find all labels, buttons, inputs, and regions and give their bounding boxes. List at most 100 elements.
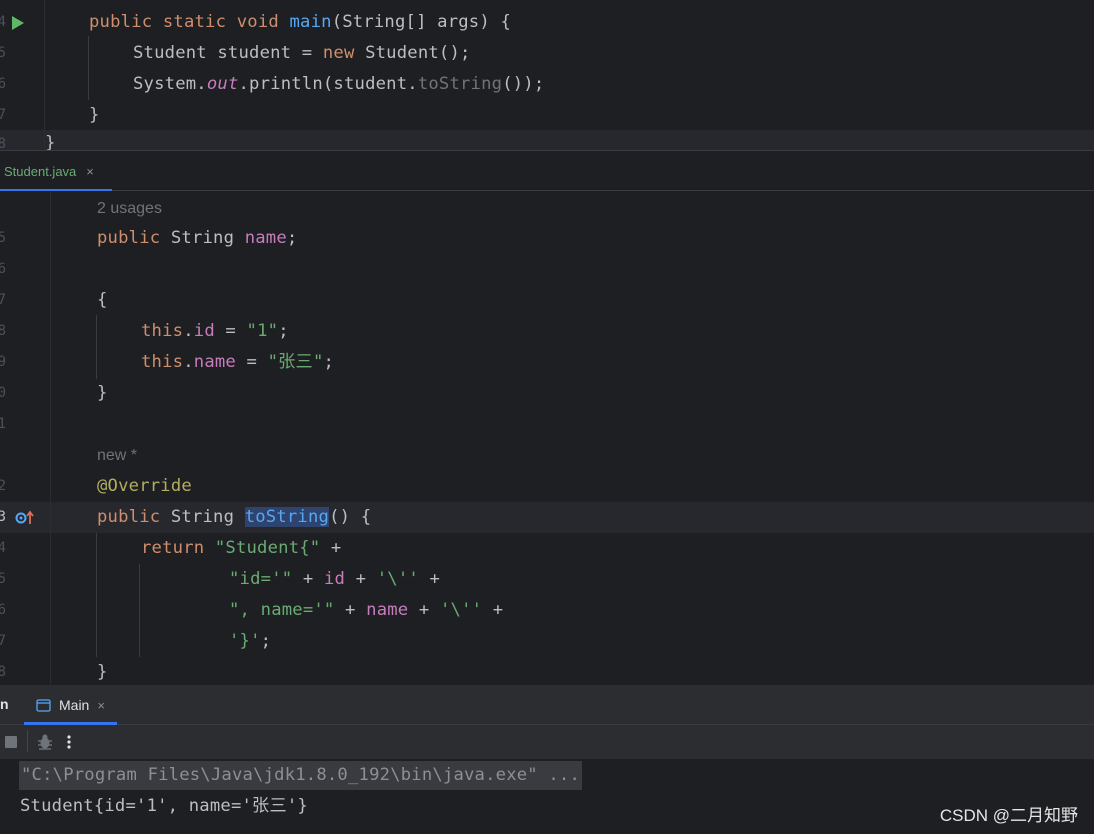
run-toolbar [0,725,1094,759]
console-output-line[interactable]: Student{id='1', name='张三'} [20,791,308,821]
dot: . [183,321,194,341]
line-number: 5 [0,230,6,246]
indent-guide [139,564,140,657]
tab-label: Main [59,697,90,713]
editor-tab-bar: Student.java × [0,150,1094,192]
line-number: 9 [0,354,6,370]
line-number: 7 [0,107,6,123]
kw-this: this [141,352,184,372]
string-literal: "张三" [267,352,324,372]
plus: + [482,600,504,620]
string-literal: "Student{" [214,538,321,558]
code-line-class-close[interactable]: } [45,128,56,150]
code-line-id-concat[interactable]: "id='" + id + '\'' + [229,564,440,595]
system-ref: System. [133,74,207,94]
code-line-close-brace[interactable]: } [89,100,100,131]
gutter-separator [50,191,51,685]
code-line-this-id[interactable]: this.id = "1"; [141,316,289,347]
plus: + [408,600,440,620]
char-literal: '\'' [440,600,483,620]
line-number: 6 [0,602,6,618]
code-line-end[interactable]: '}'; [229,626,271,657]
override-gutter-icon[interactable] [15,510,35,526]
close-icon[interactable]: × [86,164,94,179]
assign: = [214,321,247,341]
kw-this: this [141,321,184,341]
code-line-student-decl[interactable]: Student student = new Student(); [133,38,471,69]
kw-public: public [89,12,153,32]
kw-public: public [97,507,161,527]
line-number: 2 [0,478,6,494]
type-string: String [160,507,245,527]
plus: + [345,569,377,589]
debug-bug-icon[interactable] [36,733,54,751]
kw-new: new [322,43,355,63]
string-literal: "id='" [229,569,293,589]
code-line-close-brace[interactable]: } [97,378,108,409]
indent-guide [88,36,89,100]
code-line-name-concat[interactable]: ", name='" + name + '\'' + [229,595,503,626]
code-line-this-name[interactable]: this.name = "张三"; [141,347,334,378]
run-tool-window: n Main × "C:\Program Files\Java\jdk1.8.0… [0,685,1094,834]
tostring-ref: toString [417,74,503,94]
code-line-field-decl[interactable]: public String name; [97,223,297,254]
line-number: 4 [0,14,6,30]
field-id: id [193,321,215,341]
field-name: name [244,228,287,248]
params: (String[] args) { [331,12,511,32]
line-number: 1 [0,416,6,432]
plus: + [292,569,324,589]
plus: + [320,538,342,558]
field-name: name [366,600,409,620]
line-number: 7 [0,633,6,649]
line-number: 7 [0,292,6,308]
line-number: 8 [0,136,6,150]
code-line-println[interactable]: System.out.println(student.toString()); [133,69,544,100]
code-line-annotation[interactable]: @Override [97,471,192,502]
char-literal: '\'' [376,569,419,589]
string-literal: "1" [246,321,279,341]
code-line-open-brace[interactable]: { [97,285,108,316]
assign: = [235,352,268,372]
out-field: out [206,74,239,94]
code-line-return[interactable]: return "Student{" + [141,533,341,564]
string-literal: ", name='" [229,600,335,620]
decl-text: Student student = [133,43,323,63]
more-vertical-icon[interactable] [65,733,73,751]
usages-hint[interactable]: 2 usages [97,193,162,224]
line-number: 0 [0,385,6,401]
console-output[interactable]: "C:\Program Files\Java\jdk1.8.0_192\bin\… [0,759,1094,834]
line-number: 6 [0,76,6,92]
run-gutter-icon[interactable] [11,15,25,31]
line-number: 6 [0,261,6,277]
code-line-main-decl[interactable]: public static void main(String[] args) { [89,7,511,38]
line-number: 5 [0,571,6,587]
console-command-line[interactable]: "C:\Program Files\Java\jdk1.8.0_192\bin\… [19,761,583,790]
tab-main[interactable]: Main × [24,685,117,725]
toolbar-separator [27,730,28,752]
line-number: 8 [0,664,6,680]
tab-label: Student.java [4,163,77,179]
kw-public: public [97,228,161,248]
tab-student-java[interactable]: Student.java × [0,151,112,192]
semicolon: ; [260,631,272,651]
top-editor-pane[interactable]: 4 5 6 7 8 public static void main(String… [0,0,1094,150]
run-panel-title: n [0,696,9,712]
line-number: 3 [0,509,6,525]
kw-return: return [141,538,205,558]
plus: + [418,569,441,589]
code-line-tostring-decl[interactable]: public String toString() { [97,502,371,533]
println-call: .println(student. [238,74,418,94]
close-icon[interactable]: × [97,698,105,713]
watermark: CSDN @二月知野 [939,806,1078,825]
semicolon: ; [286,228,298,248]
method-name: main [289,12,332,32]
code-line-method-close[interactable]: } [97,657,108,685]
field-id: id [323,569,346,589]
stop-icon[interactable] [5,736,17,748]
run-tab-bar: n Main × [0,685,1094,725]
author-hint[interactable]: new * [97,440,137,471]
line-number: 8 [0,323,6,339]
main-editor-pane[interactable]: 5 6 7 8 9 0 1 2 3 4 5 6 7 8 2 usages new… [0,191,1094,685]
